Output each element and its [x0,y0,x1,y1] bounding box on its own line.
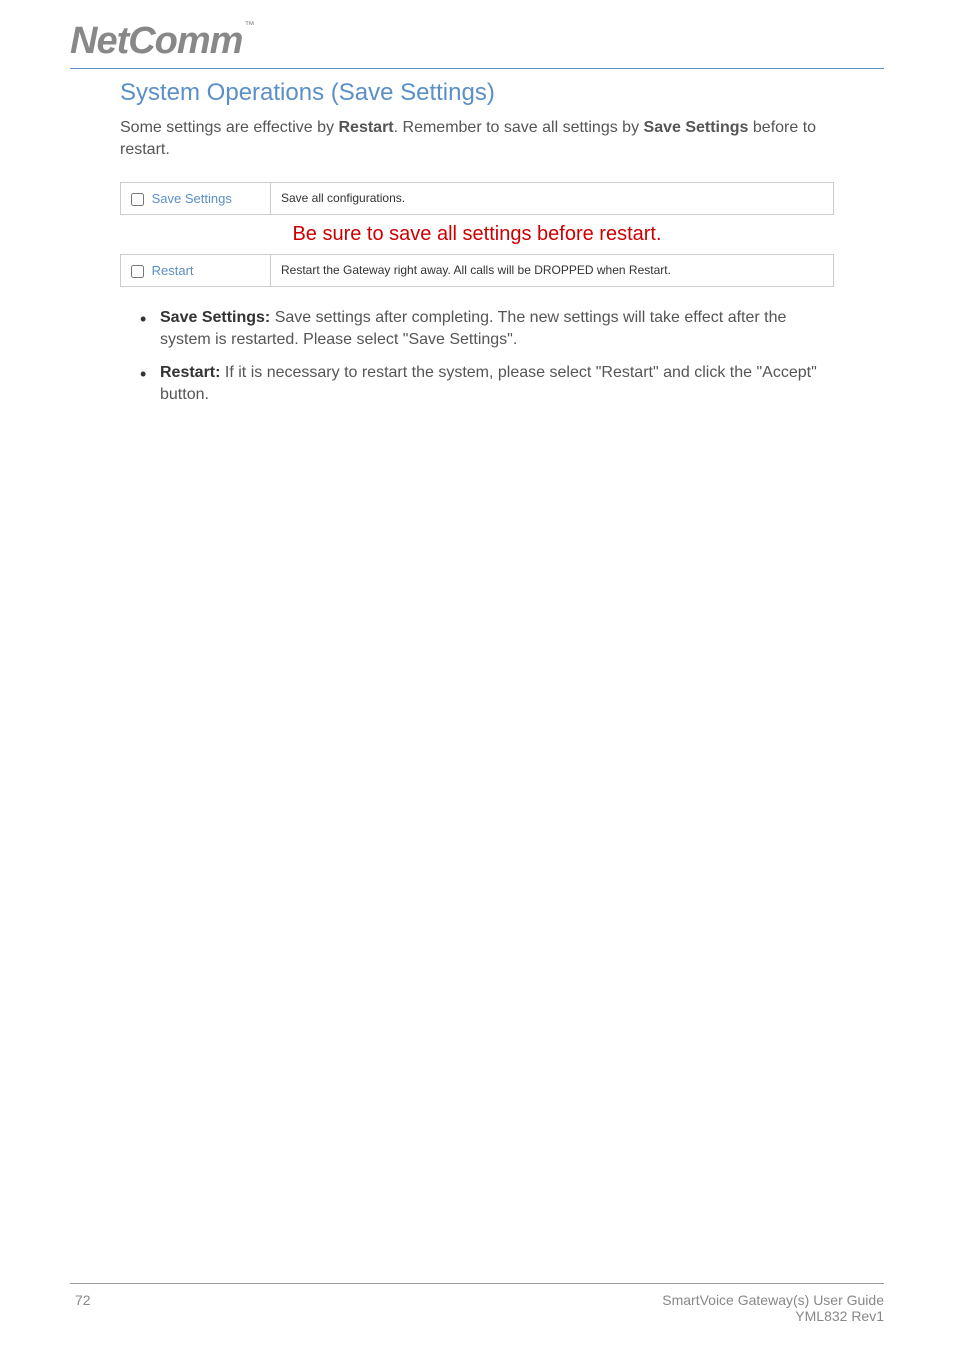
footer-left: 72 [70,1292,91,1324]
settings-table: Save Settings Save all configurations. B… [120,182,834,287]
footer: 72 SmartVoice Gateway(s) User Guide YML8… [0,1283,954,1324]
header-area: NetComm™ [0,0,954,63]
guide-title: SmartVoice Gateway(s) User Guide [662,1292,884,1308]
logo: NetComm™ [70,20,253,63]
section-title: System Operations (Save Settings) [120,79,834,107]
restart-label: Restart [152,263,194,278]
intro-paragraph: Some settings are effective by Restart. … [120,117,834,162]
intro-text-2: . Remember to save all settings by [394,119,644,136]
warning-text: Be sure to save all settings before rest… [121,214,834,254]
bullet-restart-bold: Restart: [160,364,220,381]
main-content: System Operations (Save Settings) Some s… [0,79,954,406]
bullet-restart-text: If it is necessary to restart the system… [160,364,817,403]
warning-row: Be sure to save all settings before rest… [121,214,834,254]
footer-divider [70,1283,884,1284]
footer-right: SmartVoice Gateway(s) User Guide YML832 … [662,1292,884,1324]
save-settings-checkbox[interactable] [131,193,144,206]
footer-content: 72 SmartVoice Gateway(s) User Guide YML8… [70,1292,884,1324]
trademark-symbol: ™ [244,20,253,31]
save-settings-label: Save Settings [152,191,232,206]
save-settings-cell: Save Settings [121,182,271,214]
save-settings-description: Save all configurations. [271,182,834,214]
restart-description: Restart the Gateway right away. All call… [271,254,834,286]
intro-bold-save: Save Settings [644,119,749,136]
table-row-restart: Restart Restart the Gateway right away. … [121,254,834,286]
table-row-save: Save Settings Save all configurations. [121,182,834,214]
page-number: 72 [70,1292,91,1308]
restart-cell: Restart [121,254,271,286]
logo-text: NetComm [70,20,242,62]
intro-text-1: Some settings are effective by [120,119,338,136]
bullet-save-settings: Save Settings: Save settings after compl… [140,307,834,352]
revision-number: YML832 Rev1 [662,1308,884,1324]
bullet-list: Save Settings: Save settings after compl… [120,307,834,407]
restart-checkbox[interactable] [131,265,144,278]
bullet-restart: Restart: If it is necessary to restart t… [140,362,834,407]
header-divider [70,68,884,69]
intro-bold-restart: Restart [338,119,393,136]
bullet-save-bold: Save Settings: [160,309,270,326]
